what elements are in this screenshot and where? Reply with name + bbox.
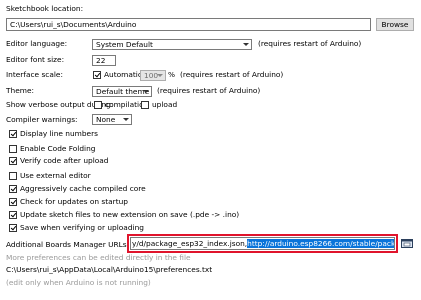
- chevron-down-icon: [243, 43, 249, 46]
- option-label: Verify code after upload: [20, 156, 109, 165]
- external-editor-checkbox[interactable]: [9, 172, 17, 180]
- verbose-compilation-checkbox[interactable]: [94, 101, 102, 109]
- editor-language-select[interactable]: System Default: [92, 39, 252, 50]
- option-label: Save when verifying or uploading: [20, 223, 144, 232]
- automatic-scale-checkbox[interactable]: [93, 71, 101, 79]
- browse-button[interactable]: Browse: [376, 18, 414, 31]
- url-text-selected: http://arduino.esp8266.com/stable/packag…: [247, 239, 394, 248]
- sketchbook-location-label: Sketchbook location:: [6, 4, 84, 13]
- url-text-plain: y/d/package_esp32_index.json,: [132, 239, 248, 248]
- window-list-icon: [401, 239, 413, 248]
- editor-font-size-input[interactable]: 22: [92, 55, 116, 66]
- open-url-list-button[interactable]: [401, 237, 413, 249]
- theme-value: Default theme: [96, 87, 150, 96]
- preferences-file-path: C:\Users\rui_s\AppData\Local\Arduino15\p…: [6, 265, 213, 274]
- editor-language-value: System Default: [96, 40, 153, 49]
- option-label: Enable Code Folding: [20, 144, 96, 153]
- spinner-icon: [157, 74, 163, 77]
- interface-scale-label: Interface scale:: [6, 70, 63, 79]
- interface-scale-note: (requires restart of Arduino): [180, 70, 284, 79]
- editor-language-label: Editor language:: [6, 39, 68, 48]
- boards-manager-urls-input[interactable]: y/d/package_esp32_index.json,http://ardu…: [130, 237, 395, 250]
- verbose-upload-label: upload: [152, 100, 178, 109]
- option-label: Use external editor: [20, 171, 91, 180]
- update-extension-checkbox[interactable]: [9, 211, 17, 219]
- compiler-warnings-select[interactable]: None: [92, 114, 132, 125]
- settings-panel: Sketchbook location: C:\Users\rui_s\Docu…: [0, 0, 421, 300]
- interface-scale-value: 100: [144, 71, 159, 80]
- preferences-window: Sketchbook location: C:\Users\rui_s\Docu…: [0, 0, 421, 300]
- save-when-verifying-checkbox[interactable]: [9, 224, 17, 232]
- theme-label: Theme:: [6, 86, 34, 95]
- editor-language-note: (requires restart of Arduino): [258, 39, 362, 48]
- interface-scale-unit: %: [168, 70, 176, 79]
- interface-scale-input[interactable]: 100: [140, 70, 166, 81]
- chevron-down-icon: [123, 118, 129, 121]
- more-preferences-note: More preferences can be edited directly …: [6, 253, 191, 262]
- display-line-numbers-checkbox[interactable]: [9, 130, 17, 138]
- check-updates-checkbox[interactable]: [9, 198, 17, 206]
- theme-note: (requires restart of Arduino): [157, 86, 261, 95]
- automatic-scale-label: Automatic: [104, 70, 142, 79]
- compiler-warnings-value: None: [96, 115, 116, 124]
- chevron-down-icon: [143, 90, 149, 93]
- option-label: Display line numbers: [20, 129, 98, 138]
- verify-code-checkbox[interactable]: [9, 157, 17, 165]
- option-label: Update sketch files to new extension on …: [20, 210, 240, 219]
- edit-only-note: (edit only when Arduino is not running): [6, 278, 151, 287]
- option-label: Check for updates on startup: [20, 197, 128, 206]
- enable-code-folding-checkbox[interactable]: [9, 145, 17, 153]
- compiler-warnings-label: Compiler warnings:: [6, 115, 78, 124]
- sketchbook-path-input[interactable]: C:\Users\rui_s\Documents\Arduino: [6, 18, 371, 31]
- cache-compiled-core-checkbox[interactable]: [9, 185, 17, 193]
- boards-manager-urls-label: Additional Boards Manager URLs:: [6, 240, 130, 249]
- option-label: Aggressively cache compiled core: [20, 184, 146, 193]
- verbose-upload-checkbox[interactable]: [141, 101, 149, 109]
- editor-font-size-label: Editor font size:: [6, 55, 65, 64]
- theme-select[interactable]: Default theme: [92, 86, 152, 97]
